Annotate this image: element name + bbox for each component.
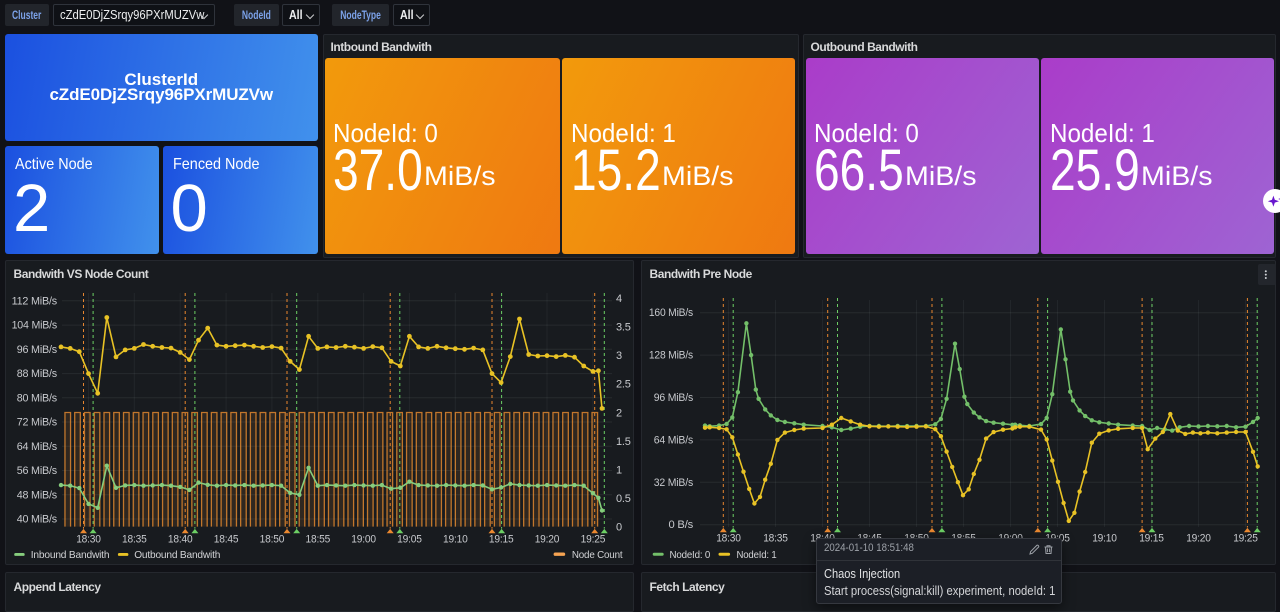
svg-text:19:25: 19:25 [581,534,606,546]
svg-text:18:30: 18:30 [716,533,741,545]
svg-text:Outbound Bandwith: Outbound Bandwith [134,549,220,561]
svg-text:56 MiB/s: 56 MiB/s [17,465,58,477]
svg-text:64 MiB/s: 64 MiB/s [17,441,58,453]
svg-text:64 MiB/s: 64 MiB/s [654,434,694,446]
svg-text:18:35: 18:35 [122,534,147,546]
svg-text:19:15: 19:15 [1139,533,1164,545]
svg-text:96 MiB/s: 96 MiB/s [17,344,58,356]
svg-text:NodeId: 0: NodeId: 0 [670,549,711,561]
svg-text:18:45: 18:45 [214,534,239,546]
svg-text:3: 3 [616,350,622,362]
svg-text:19:05: 19:05 [397,534,422,546]
svg-text:18:50: 18:50 [260,534,285,546]
svg-text:0 B/s: 0 B/s [669,519,694,531]
svg-text:18:55: 18:55 [306,534,331,546]
svg-text:112 MiB/s: 112 MiB/s [12,295,58,307]
svg-text:18:40: 18:40 [168,534,193,546]
svg-text:80 MiB/s: 80 MiB/s [17,392,58,404]
svg-text:19:10: 19:10 [1092,533,1117,545]
svg-text:2.5: 2.5 [616,379,631,391]
svg-text:96 MiB/s: 96 MiB/s [654,392,694,404]
svg-text:160 MiB/s: 160 MiB/s [649,307,694,319]
svg-text:Inbound Bandwith: Inbound Bandwith [31,549,110,561]
svg-text:19:20: 19:20 [1186,533,1211,545]
svg-text:2: 2 [616,407,622,419]
svg-text:19:10: 19:10 [443,534,468,546]
svg-text:48 MiB/s: 48 MiB/s [17,489,58,501]
svg-text:1.5: 1.5 [616,436,631,448]
svg-text:128 MiB/s: 128 MiB/s [649,350,694,362]
svg-text:19:15: 19:15 [489,534,514,546]
svg-text:88 MiB/s: 88 MiB/s [17,368,58,380]
svg-text:1: 1 [616,464,622,476]
svg-text:18:30: 18:30 [76,534,101,546]
svg-text:3.5: 3.5 [616,322,631,334]
svg-text:4: 4 [616,293,622,305]
svg-text:0: 0 [616,522,622,534]
svg-text:18:35: 18:35 [763,533,788,545]
svg-text:19:25: 19:25 [1233,533,1258,545]
svg-text:19:20: 19:20 [535,534,560,546]
svg-text:72 MiB/s: 72 MiB/s [17,417,58,429]
svg-text:104 MiB/s: 104 MiB/s [12,320,58,332]
svg-text:32 MiB/s: 32 MiB/s [654,477,694,489]
svg-text:NodeId: 1: NodeId: 1 [737,549,777,561]
svg-text:40 MiB/s: 40 MiB/s [17,514,58,526]
svg-text:Node Count: Node Count [572,549,623,561]
svg-text:19:00: 19:00 [351,534,376,546]
svg-text:0.5: 0.5 [616,493,631,505]
